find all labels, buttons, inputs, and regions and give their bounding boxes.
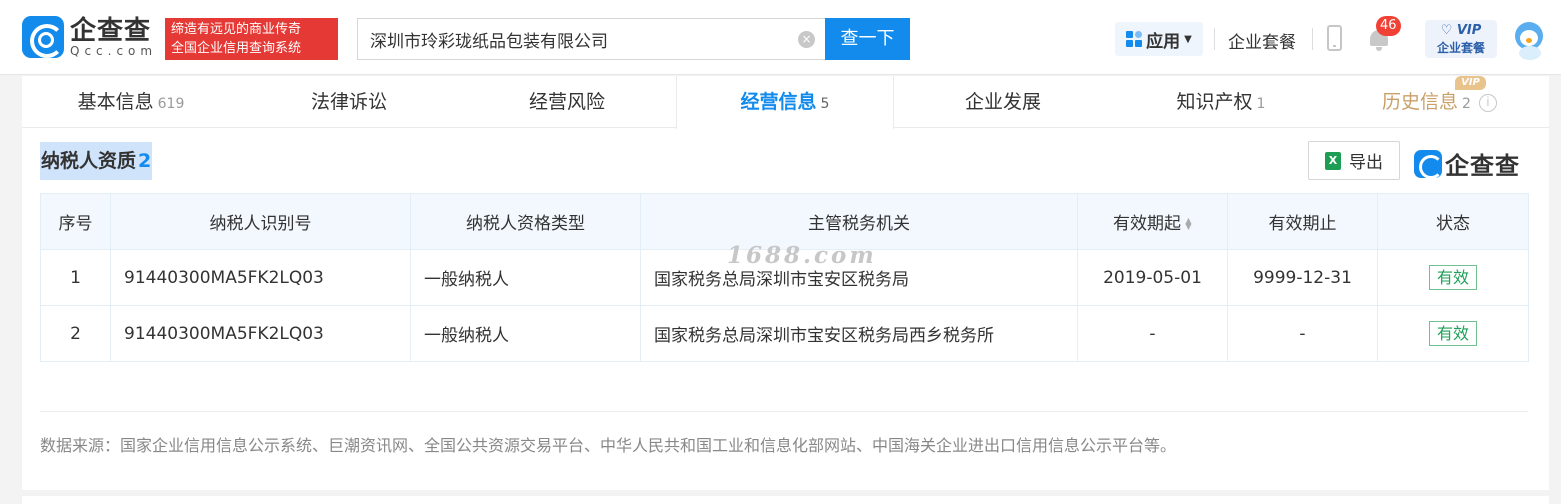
tab-count: 1 [1256, 96, 1266, 112]
section-count: 2 [138, 150, 152, 172]
watermark: 1688.com [727, 242, 877, 269]
column-header: 状态 [1377, 193, 1529, 250]
tab-count: 2 [1462, 96, 1471, 112]
cell-tax-authority: 国家税务总局深圳市宝安区税务局西乡税务所 [640, 305, 1078, 362]
slogan-line-1: 缔造有远见的商业传奇 [171, 22, 302, 37]
tab-operation-info[interactable]: 经营信息 5 [676, 76, 894, 129]
info-icon[interactable]: i [1478, 93, 1497, 112]
vip-tag: VIP [1455, 76, 1486, 90]
main-panel: 基本信息 619 法律诉讼 经营风险 经营信息 5 企业发展 知识产权 1 历史信息 2… [22, 76, 1549, 490]
slogan-banner: 缔造有远见的商业传奇 全国企业信用查询系统 [165, 18, 338, 60]
cell-status: 有效 [1377, 305, 1529, 362]
cell-valid-to: 9999-12-31 [1227, 249, 1378, 306]
tab-risk[interactable]: 经营风险 [458, 76, 676, 128]
tab-count: 619 [157, 96, 185, 112]
column-header: 有效期止 [1227, 193, 1378, 250]
header-divider [1214, 28, 1215, 50]
tab-ip[interactable]: 知识产权 1 [1112, 76, 1330, 128]
tab-history[interactable]: 历史信息 2 i [1330, 76, 1549, 128]
clear-icon[interactable]: × [798, 31, 815, 48]
enterprise-package-link[interactable]: 企业套餐 [1228, 28, 1296, 53]
cell-taxpayer-type: 一般纳税人 [410, 305, 641, 362]
next-panel-edge [22, 496, 1549, 504]
vip-enterprise-badge[interactable]: ♡ VIP 企业套餐 [1425, 20, 1497, 58]
cell-index: 2 [40, 305, 111, 362]
table-row: 2 91440300MA5FK2LQ03 一般纳税人 国家税务总局深圳市宝安区税… [40, 305, 1529, 362]
vip-label: ♡ VIP [1440, 23, 1482, 38]
qcc-logo-icon [22, 16, 64, 58]
cell-valid-to: - [1227, 305, 1378, 362]
column-header: 纳税人资格类型 [410, 193, 641, 250]
caret-down-icon: ▼ [1184, 33, 1192, 45]
section-tabs: 基本信息 619 法律诉讼 经营风险 经营信息 5 企业发展 知识产权 1 历史信息 2… [22, 76, 1549, 129]
apps-menu-button[interactable]: 应用 ▼ [1115, 22, 1203, 56]
cell-index: 1 [40, 249, 111, 306]
search-box: × [357, 18, 825, 60]
search-button[interactable]: 查一下 [825, 18, 910, 60]
cell-status: 有效 [1377, 249, 1529, 306]
logo-text-en: Qcc.com [70, 43, 158, 58]
qcc-logo-icon [1414, 149, 1443, 179]
divider [40, 411, 1528, 412]
apps-grid-icon [1126, 31, 1143, 47]
apps-label: 应用 [1146, 31, 1181, 52]
status-badge: 有效 [1428, 265, 1477, 290]
cell-tax-id: 91440300MA5FK2LQ03 [110, 305, 411, 362]
status-badge: 有效 [1428, 321, 1477, 346]
tab-basic-info[interactable]: 基本信息 619 [22, 76, 240, 128]
column-header: 纳税人识别号 [110, 193, 411, 250]
mobile-phone-icon[interactable] [1327, 25, 1342, 51]
data-source-note: 数据来源：国家企业信用信息公示系统、巨潮资讯网、全国公共资源交易平台、中华人民共… [40, 436, 1177, 455]
taxpayer-table: 序号 纳税人识别号 纳税人资格类型 主管税务机关 有效期起 ▲ ▼ 有效期止 状态 … [40, 193, 1529, 362]
header-divider [1312, 28, 1313, 50]
sort-icon[interactable]: ▲ ▼ [1185, 217, 1192, 231]
cell-tax-id: 91440300MA5FK2LQ03 [110, 249, 411, 306]
column-header-sortable[interactable]: 有效期起 ▲ ▼ [1077, 193, 1228, 250]
excel-icon: X [1325, 151, 1341, 170]
vip-package-label: 企业套餐 [1436, 41, 1485, 55]
tab-legal[interactable]: 法律诉讼 [240, 76, 458, 128]
export-button[interactable]: X 导出 [1308, 141, 1400, 180]
tab-development[interactable]: 企业发展 [894, 76, 1112, 128]
section-title: 纳税人资质 2 [40, 142, 153, 180]
slogan-line-2: 全国企业信用查询系统 [171, 41, 302, 56]
tab-count: 5 [820, 96, 830, 112]
cell-valid-from: 2019-05-01 [1077, 249, 1228, 306]
logo-text-cn: 企查查 [70, 15, 152, 46]
site-logo[interactable]: 企查查 Qcc.com [22, 16, 157, 58]
search-input[interactable] [358, 19, 778, 59]
cell-valid-from: - [1077, 305, 1228, 362]
brand-logo: 企查查 [1414, 146, 1520, 181]
user-avatar[interactable] [1509, 18, 1549, 60]
cell-taxpayer-type: 一般纳税人 [410, 249, 641, 306]
notification-count-badge: 46 [1376, 16, 1401, 36]
top-header: 企查查 Qcc.com 缔造有远见的商业传奇 全国企业信用查询系统 × 查一下 … [0, 0, 1561, 75]
column-header: 序号 [40, 193, 111, 250]
